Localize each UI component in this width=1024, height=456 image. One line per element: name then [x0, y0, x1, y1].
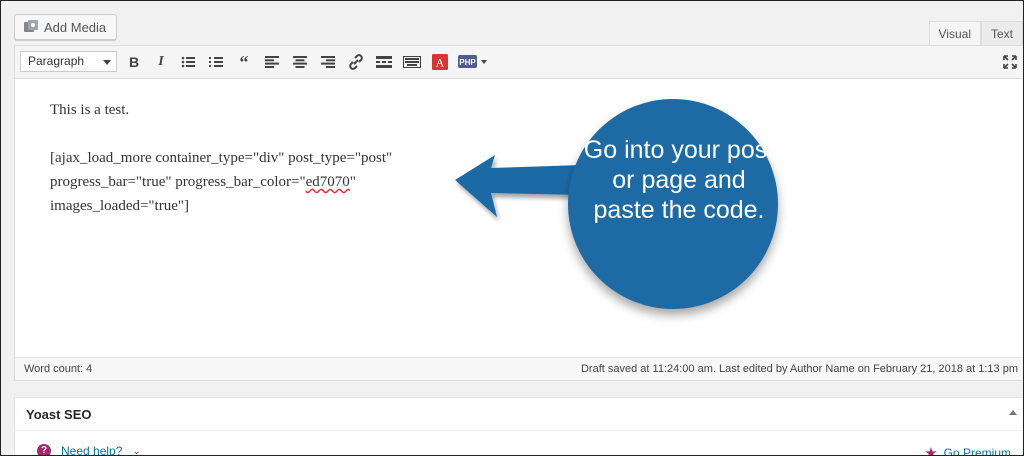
add-media-label: Add Media — [44, 19, 107, 35]
svg-text:PHP: PHP — [459, 58, 476, 67]
align-center-icon[interactable] — [289, 51, 311, 73]
editor-toolbar: Paragraph B I “ A PHP — [15, 46, 1023, 79]
star-icon: ★ — [924, 445, 938, 456]
align-right-icon[interactable] — [317, 51, 339, 73]
keyboard-icon[interactable] — [401, 51, 423, 73]
bold-icon[interactable]: B — [123, 51, 145, 73]
tab-visual[interactable]: Visual — [928, 21, 981, 45]
read-more-icon[interactable] — [373, 51, 395, 73]
text-color-icon[interactable]: A — [429, 51, 451, 73]
editor-status-bar: Word count: 4 Draft saved at 11:24:00 am… — [15, 357, 1023, 380]
php-code-icon[interactable]: PHP — [457, 51, 493, 73]
help-icon: ? — [37, 444, 51, 455]
blockquote-icon[interactable]: “ — [233, 51, 255, 73]
numbered-list-icon[interactable] — [205, 51, 227, 73]
word-count: Word count: 4 — [24, 363, 93, 375]
need-help-label: Need help? — [61, 444, 123, 456]
go-premium-link[interactable]: ★ Go Premium — [924, 444, 1011, 456]
svg-text:A: A — [436, 56, 445, 70]
yoast-seo-panel: Yoast SEO ? Need help? ⌄ ★ Go Premium — [14, 397, 1023, 456]
bullet-list-icon[interactable] — [177, 51, 199, 73]
editor-tabs: Visual Text — [928, 21, 1023, 45]
add-media-button[interactable]: Add Media — [14, 14, 118, 40]
draft-status: Draft saved at 11:24:00 am. Last edited … — [580, 363, 1018, 375]
editor-frame: Add Media Visual Text Paragraph B I “ A … — [0, 0, 1024, 456]
format-select[interactable]: Paragraph — [20, 51, 117, 72]
misspelled-word: ed7070 — [305, 174, 350, 190]
italic-icon[interactable]: I — [150, 51, 172, 73]
chevron-down-icon — [103, 60, 111, 65]
fullscreen-icon[interactable] — [999, 51, 1021, 73]
go-premium-label: Go Premium — [943, 446, 1011, 456]
collapse-icon[interactable] — [1009, 410, 1017, 415]
annotation-text: Go into your post or page and paste the … — [583, 136, 775, 224]
link-icon[interactable] — [345, 51, 367, 73]
need-help-link[interactable]: ? Need help? ⌄ — [37, 444, 141, 456]
divider — [15, 430, 1023, 431]
content-paragraph: This is a test. — [50, 102, 130, 118]
align-left-icon[interactable] — [261, 51, 283, 73]
chevron-down-icon: ⌄ — [132, 445, 141, 456]
format-select-value: Paragraph — [28, 54, 85, 68]
yoast-title: Yoast SEO — [26, 407, 92, 422]
media-icon — [23, 19, 39, 35]
tab-text[interactable]: Text — [980, 21, 1023, 45]
